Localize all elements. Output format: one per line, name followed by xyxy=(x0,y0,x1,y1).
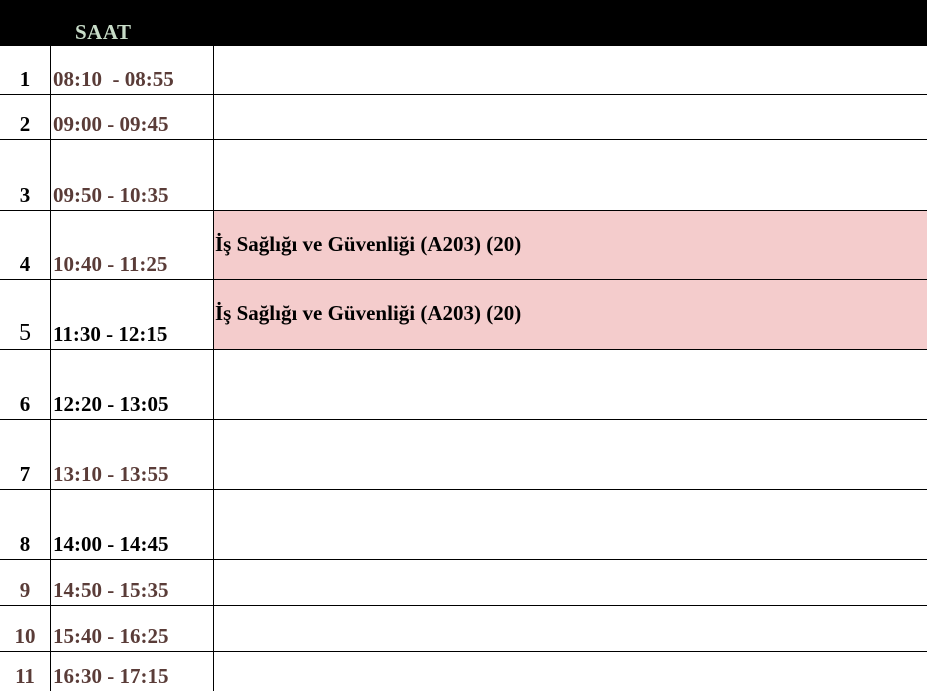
course-cell[interactable] xyxy=(214,560,927,605)
time-cell: 09:00 - 09:45 xyxy=(50,95,214,139)
table-row: 6 12:20 - 13:05 xyxy=(0,350,927,420)
time-cell: 09:50 - 10:35 xyxy=(50,140,214,210)
table-row: 2 09:00 - 09:45 xyxy=(0,95,927,140)
row-number: 6 xyxy=(19,392,31,416)
time-range: 10:40 - 11:25 xyxy=(53,252,168,276)
table-row: 3 09:50 - 10:35 xyxy=(0,140,927,211)
table-row: 10 15:40 - 16:25 xyxy=(0,606,927,652)
row-number: 10 xyxy=(14,624,36,648)
time-cell: 08:10 - 08:55 xyxy=(50,46,214,94)
time-cell: 12:20 - 13:05 xyxy=(50,350,214,419)
table-row: 11 16:30 - 17:15 xyxy=(0,652,927,691)
table-row: 4 10:40 - 11:25 İş Sağlığı ve Güvenliği … xyxy=(0,211,927,280)
course-cell[interactable] xyxy=(214,490,927,559)
course-cell[interactable]: İş Sağlığı ve Güvenliği (A203) (20) xyxy=(214,211,927,279)
row-number: 5 xyxy=(19,320,31,346)
table-row: 7 13:10 - 13:55 xyxy=(0,420,927,490)
row-number: 3 xyxy=(19,183,31,207)
course-cell[interactable] xyxy=(214,95,927,139)
course-cell[interactable]: İş Sağlığı ve Güvenliği (A203) (20) xyxy=(214,280,927,349)
time-range: 08:10 - 08:55 xyxy=(53,67,174,91)
time-cell: 15:40 - 16:25 xyxy=(50,606,214,651)
course-label: İş Sağlığı ve Güvenliği (A203) (20) xyxy=(215,301,522,325)
time-range: 11:30 - 12:15 xyxy=(53,322,168,346)
time-cell: 16:30 - 17:15 xyxy=(50,652,214,691)
time-cell: 13:10 - 13:55 xyxy=(50,420,214,489)
column-title-saat: SAAT xyxy=(75,20,132,44)
time-range: 15:40 - 16:25 xyxy=(53,624,169,648)
course-label: İş Sağlığı ve Güvenliği (A203) (20) xyxy=(215,232,522,256)
course-cell[interactable] xyxy=(214,420,927,489)
time-range: 13:10 - 13:55 xyxy=(53,462,169,486)
time-cell: 11:30 - 12:15 xyxy=(50,280,214,349)
time-cell: 14:00 - 14:45 xyxy=(50,490,214,559)
row-number: 7 xyxy=(19,462,31,486)
course-cell[interactable] xyxy=(214,606,927,651)
table-row: 8 14:00 - 14:45 xyxy=(0,490,927,560)
table-row: 9 14:50 - 15:35 xyxy=(0,560,927,606)
course-cell[interactable] xyxy=(214,652,927,691)
row-number: 2 xyxy=(19,112,31,136)
table-row: 5 11:30 - 12:15 İş Sağlığı ve Güvenliği … xyxy=(0,280,927,350)
row-number: 1 xyxy=(19,67,31,91)
time-cell: 10:40 - 11:25 xyxy=(50,211,214,279)
course-cell[interactable] xyxy=(214,46,927,94)
course-cell[interactable] xyxy=(214,140,927,210)
time-cell: 14:50 - 15:35 xyxy=(50,560,214,605)
course-cell[interactable] xyxy=(214,350,927,419)
row-number: 8 xyxy=(19,532,31,556)
time-range: 09:50 - 10:35 xyxy=(53,183,169,207)
time-range: 14:50 - 15:35 xyxy=(53,578,169,602)
row-number: 4 xyxy=(19,252,31,276)
time-range: 09:00 - 09:45 xyxy=(53,112,169,136)
time-range: 14:00 - 14:45 xyxy=(53,532,169,556)
row-number: 11 xyxy=(15,664,35,688)
time-range: 16:30 - 17:15 xyxy=(53,664,169,688)
row-number: 9 xyxy=(19,578,31,602)
table-row: 1 08:10 - 08:55 xyxy=(0,46,927,95)
table-header: SAAT xyxy=(0,0,927,46)
time-range: 12:20 - 13:05 xyxy=(53,392,169,416)
